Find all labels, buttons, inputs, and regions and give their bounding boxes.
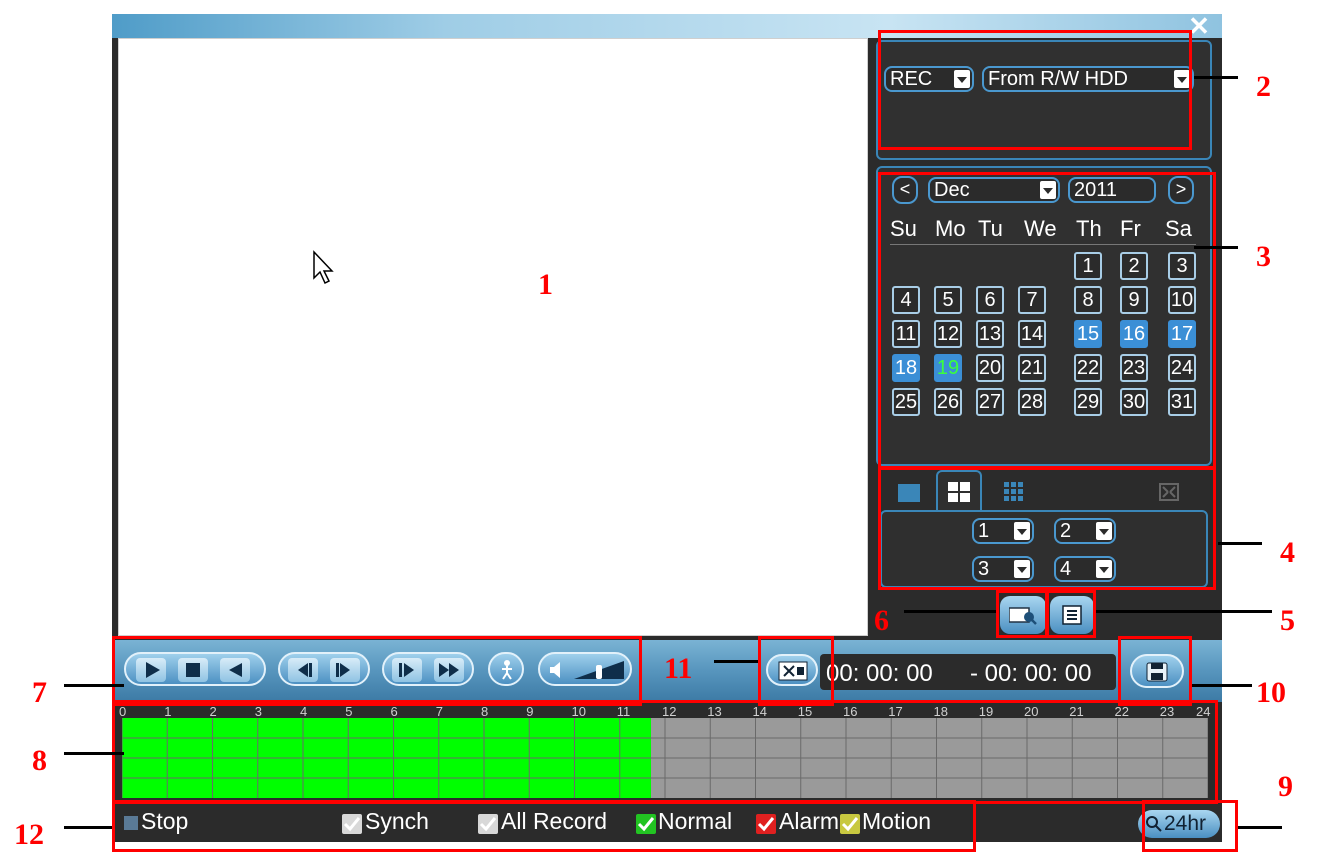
callout-box-11 bbox=[758, 636, 834, 706]
callout-line-11 bbox=[714, 660, 758, 663]
callout-box-12 bbox=[112, 800, 976, 852]
callout-line-5 bbox=[1096, 610, 1272, 613]
callout-5: 5 bbox=[1280, 604, 1295, 637]
callout-11: 11 bbox=[664, 652, 693, 685]
callout-line-7 bbox=[64, 684, 124, 687]
callout-3: 3 bbox=[1256, 240, 1271, 273]
callout-box-3 bbox=[878, 172, 1216, 470]
clip-end-time[interactable]: - 00: 00: 00 bbox=[970, 660, 1091, 688]
callout-1: 1 bbox=[538, 268, 553, 301]
callout-9: 9 bbox=[1278, 770, 1293, 803]
callout-box-5 bbox=[1046, 590, 1096, 638]
callout-6: 6 bbox=[874, 604, 889, 637]
callout-line-10 bbox=[1192, 684, 1252, 687]
callout-box-9 bbox=[1142, 800, 1238, 852]
callout-8: 8 bbox=[32, 744, 47, 777]
callout-box-8 bbox=[112, 700, 1218, 804]
callout-line-6 bbox=[904, 610, 996, 613]
callout-2: 2 bbox=[1256, 70, 1271, 103]
callout-line-12 bbox=[64, 826, 112, 829]
callout-12: 12 bbox=[14, 818, 44, 851]
callout-box-10 bbox=[1118, 636, 1192, 706]
callout-10: 10 bbox=[1256, 676, 1286, 709]
callout-box-2 bbox=[878, 30, 1192, 150]
callout-line-4 bbox=[1218, 542, 1262, 545]
callout-4: 4 bbox=[1280, 536, 1295, 569]
callout-7: 7 bbox=[32, 676, 47, 709]
clip-start-time[interactable]: 00: 00: 00 bbox=[826, 660, 933, 688]
callout-box-7 bbox=[112, 636, 642, 706]
callout-box-6 bbox=[996, 590, 1048, 638]
mouse-cursor-icon bbox=[313, 250, 334, 285]
callout-line-9 bbox=[1238, 826, 1282, 829]
callout-line-2 bbox=[1194, 76, 1238, 79]
video-display-area[interactable] bbox=[118, 38, 868, 636]
callout-line-8 bbox=[64, 752, 124, 755]
callout-box-4 bbox=[878, 466, 1216, 590]
callout-line-3 bbox=[1194, 246, 1238, 249]
